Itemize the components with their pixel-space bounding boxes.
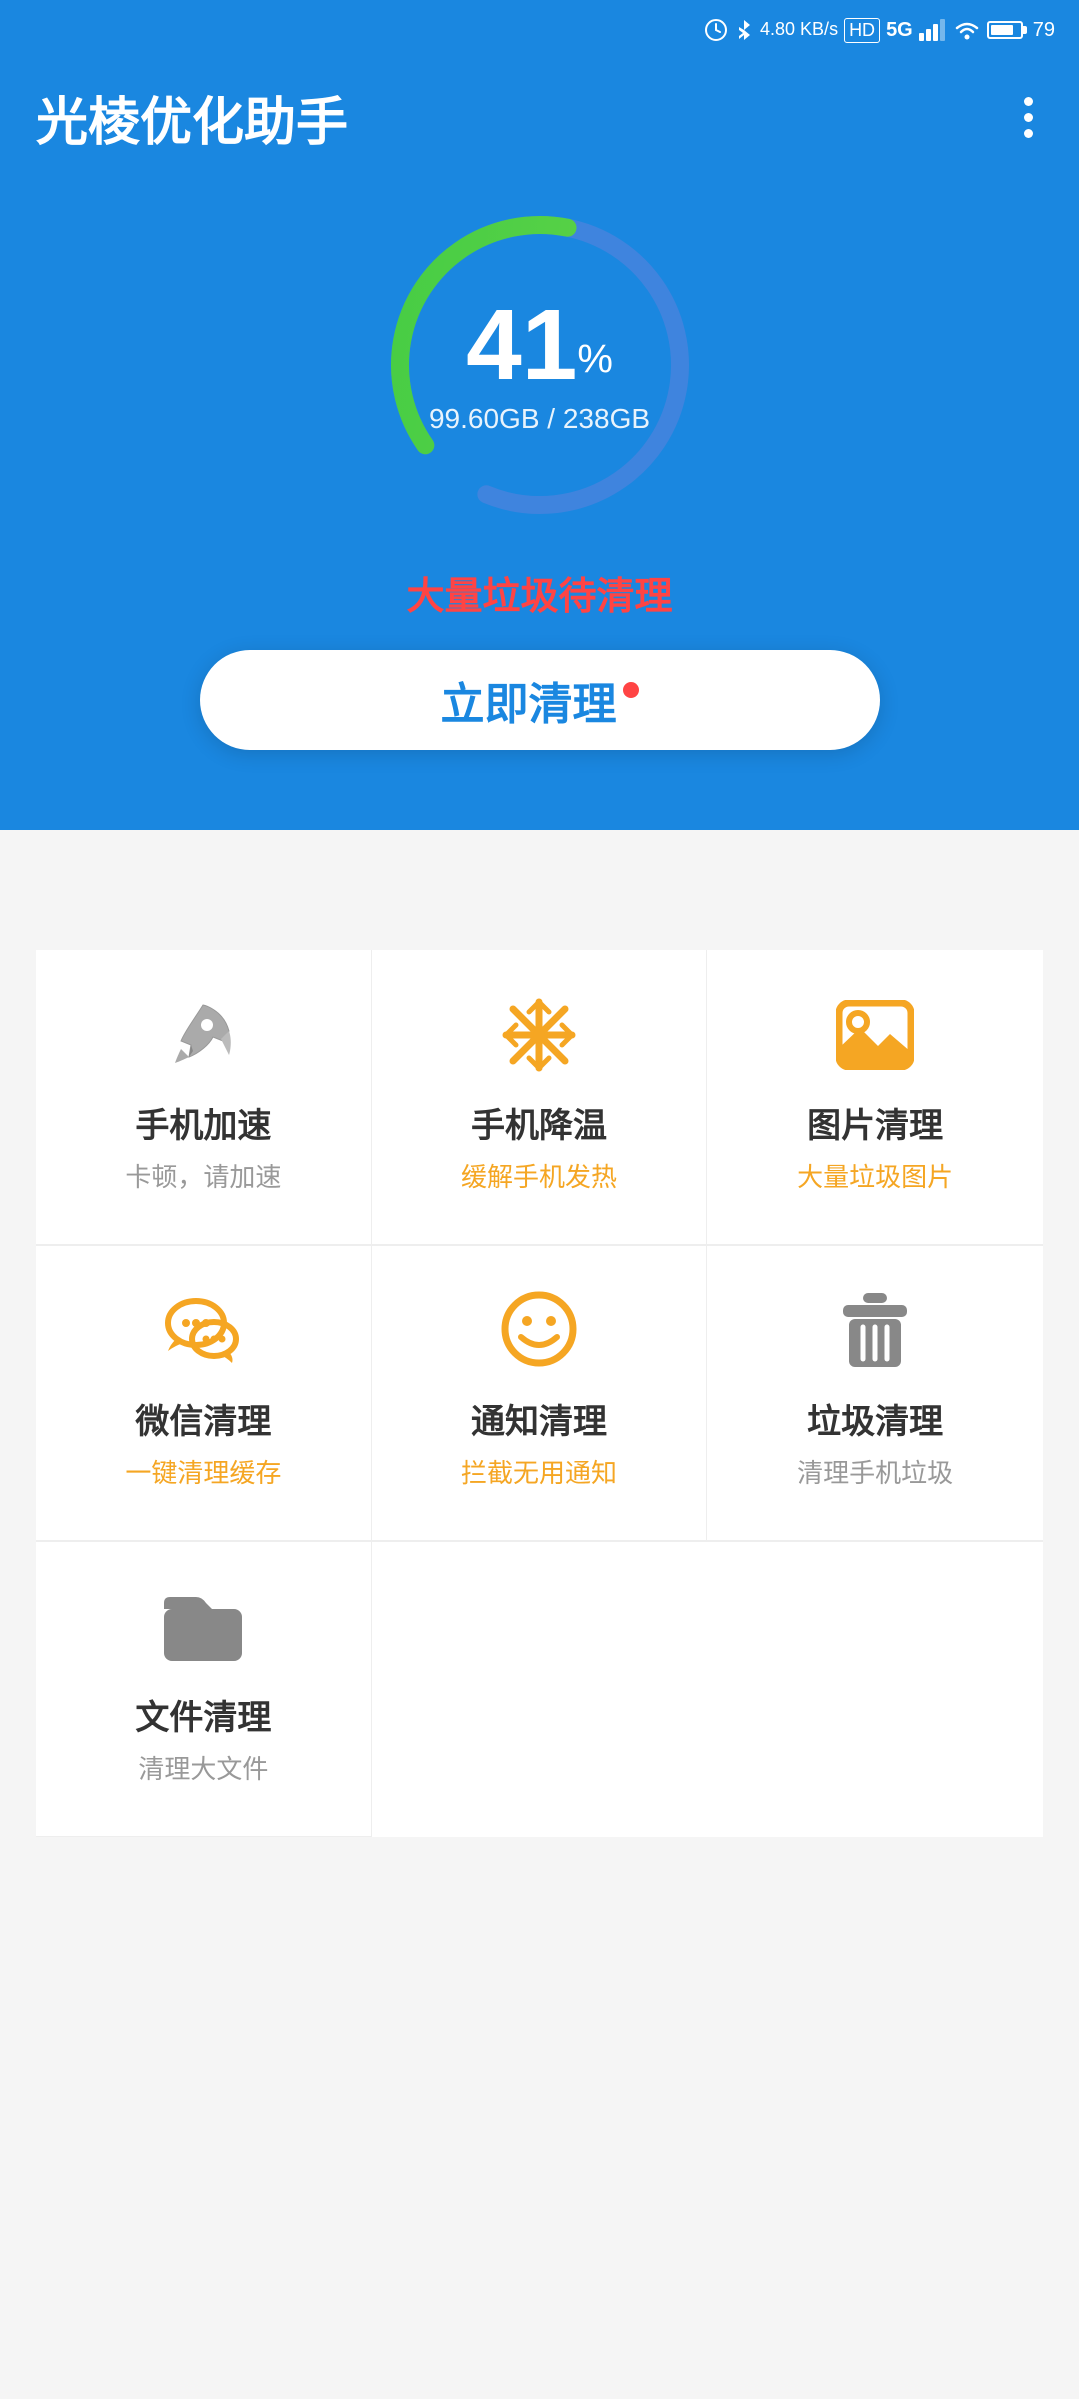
app-header: 光棱优化助手 [0, 60, 1079, 155]
feature-desc-cool: 缓解手机发热 [461, 1157, 617, 1194]
storage-total: 238GB [563, 403, 650, 434]
rocket-icon [158, 990, 248, 1080]
wifi-icon [953, 19, 981, 41]
status-bar: 4.80 KB/s HD 5G 79 [0, 0, 1079, 60]
trash-icon [830, 1286, 920, 1376]
storage-used: 99.60GB [429, 403, 540, 434]
snowflake-icon [494, 990, 584, 1080]
feature-name-notif: 通知清理 [471, 1394, 607, 1443]
feature-name-image: 图片清理 [807, 1098, 943, 1147]
feature-desc-boost: 卡顿，请加速 [125, 1157, 281, 1194]
notification-icon [494, 1286, 584, 1376]
feature-phone-boost[interactable]: 手机加速 卡顿，请加速 [36, 950, 372, 1245]
feature-name-junk: 垃圾清理 [807, 1394, 943, 1443]
status-icons: 4.80 KB/s HD 5G 79 [704, 18, 1055, 43]
features-row-2: 微信清理 一键清理缓存 通知清理 拦截无用通知 [36, 1246, 1043, 1542]
feature-desc-junk: 清理手机垃圾 [797, 1453, 953, 1490]
notification-dot [623, 682, 639, 698]
hero-section: 41% 99.60GB / 238GB 大量垃圾待清理 立即清理 [0, 155, 1079, 830]
dot3 [1024, 129, 1033, 138]
feature-desc-notif: 拦截无用通知 [461, 1453, 617, 1490]
wechat-icon [158, 1286, 248, 1376]
warning-text: 大量垃圾待清理 [406, 565, 672, 620]
dot2 [1024, 113, 1033, 122]
percent-value: 41 [466, 289, 577, 401]
features-row-1: 手机加速 卡顿，请加速 [36, 950, 1043, 1246]
feature-file-clean[interactable]: 文件清理 清理大文件 [36, 1542, 372, 1837]
feature-desc-file: 清理大文件 [138, 1749, 268, 1786]
storage-info: 41% 99.60GB / 238GB [429, 295, 650, 435]
empty-cell-1 [372, 1542, 708, 1837]
app-title: 光棱优化助手 [36, 80, 348, 155]
hd-badge: HD [844, 18, 880, 43]
folder-icon [158, 1582, 248, 1672]
feature-name-cool: 手机降温 [471, 1098, 607, 1147]
features-row-3: 文件清理 清理大文件 [36, 1542, 1043, 1837]
clean-button[interactable]: 立即清理 [200, 650, 880, 750]
feature-notif-clean[interactable]: 通知清理 拦截无用通知 [372, 1246, 708, 1541]
clean-button-text: 立即清理 [441, 668, 617, 732]
feature-name-wechat: 微信清理 [135, 1394, 271, 1443]
5g-badge: 5G [886, 19, 913, 42]
feature-cool-down[interactable]: 手机降温 缓解手机发热 [372, 950, 708, 1245]
dot1 [1024, 97, 1033, 106]
storage-circle: 41% 99.60GB / 238GB [370, 195, 710, 535]
storage-separator: / [547, 403, 555, 434]
bluetooth-icon [734, 18, 754, 42]
storage-detail: 99.60GB / 238GB [429, 403, 650, 435]
feature-junk-clean[interactable]: 垃圾清理 清理手机垃圾 [707, 1246, 1043, 1541]
battery-level: 79 [1033, 19, 1055, 42]
features-section: 手机加速 卡顿，请加速 [0, 830, 1079, 1877]
feature-image-clean[interactable]: 图片清理 大量垃圾图片 [707, 950, 1043, 1245]
empty-cell-2 [707, 1542, 1043, 1837]
speed-display: 4.80 KB/s [760, 20, 838, 40]
feature-desc-wechat: 一键清理缓存 [125, 1453, 281, 1490]
feature-desc-image: 大量垃圾图片 [797, 1157, 953, 1194]
menu-button[interactable] [1014, 87, 1043, 148]
image-icon [830, 990, 920, 1080]
clock-icon [704, 18, 728, 42]
battery-icon: 79 [987, 19, 1055, 42]
feature-name-file: 文件清理 [135, 1690, 271, 1739]
feature-name-boost: 手机加速 [135, 1098, 271, 1147]
percent-symbol: % [577, 338, 613, 382]
percent-display: 41% [429, 295, 650, 395]
signal-icon [919, 19, 947, 41]
feature-wechat-clean[interactable]: 微信清理 一键清理缓存 [36, 1246, 372, 1541]
